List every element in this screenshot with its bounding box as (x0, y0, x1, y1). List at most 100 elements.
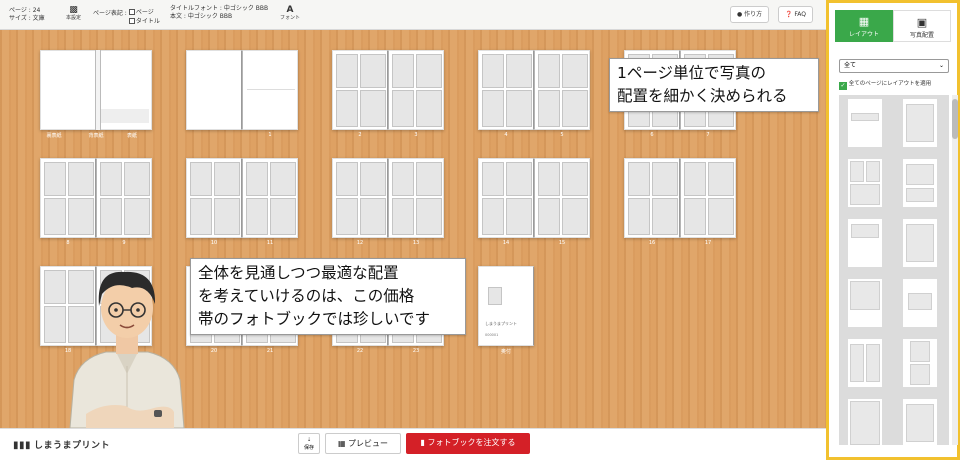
photo-slot[interactable] (538, 162, 560, 196)
book-settings-button[interactable]: ▩ 本設定 (66, 5, 81, 21)
photo-slot[interactable] (628, 198, 650, 235)
tab-photo-placement[interactable]: ▣ 写真配置 (893, 10, 951, 42)
page-spread[interactable]: 1 (186, 50, 298, 138)
page[interactable] (96, 50, 152, 130)
photo-slot[interactable] (684, 162, 706, 196)
page[interactable] (478, 158, 534, 238)
photo-slot[interactable] (416, 54, 442, 88)
page[interactable] (478, 50, 534, 130)
page[interactable] (332, 158, 388, 238)
photo-slot[interactable] (270, 198, 296, 235)
photo-slot[interactable] (652, 198, 678, 235)
page[interactable] (680, 158, 736, 238)
photo-slot[interactable] (336, 198, 358, 235)
cover-photo-area[interactable] (101, 109, 149, 123)
howto-button[interactable]: ● 作り方 (730, 6, 770, 23)
layout-thumbnail[interactable] (903, 339, 937, 387)
page-spread[interactable]: 10 11 (186, 158, 298, 246)
layout-thumbnail[interactable] (903, 159, 937, 207)
checkbox-icon[interactable]: ✓ (839, 82, 847, 90)
layout-thumbnail[interactable] (903, 399, 937, 445)
page-spread[interactable]: しまうまプリント 000001 奥付 (478, 266, 534, 355)
photo-slot[interactable] (562, 54, 588, 88)
layout-thumbnail[interactable] (903, 279, 937, 327)
photo-slot[interactable] (246, 162, 268, 196)
page[interactable] (186, 50, 242, 130)
title-option[interactable]: タイトル (128, 17, 160, 26)
photo-slot[interactable] (708, 198, 734, 235)
photo-slot[interactable] (562, 90, 588, 127)
photo-slot[interactable] (246, 198, 268, 235)
page[interactable] (40, 50, 96, 130)
photo-slot[interactable] (482, 162, 504, 196)
layout-thumbnail[interactable] (848, 279, 882, 327)
photo-slot[interactable] (506, 198, 532, 235)
photo-slot[interactable] (416, 162, 442, 196)
photo-slot[interactable] (214, 198, 240, 235)
layout-thumbnail[interactable] (848, 339, 882, 387)
save-button[interactable]: ⇣ 保存 (298, 433, 320, 454)
layout-thumbnail[interactable] (903, 219, 937, 267)
tab-layout[interactable]: ▦ レイアウト (835, 10, 893, 42)
photo-slot[interactable] (538, 198, 560, 235)
page[interactable] (242, 158, 298, 238)
page[interactable]: しまうまプリント 000001 (478, 266, 534, 346)
photo-slot[interactable] (416, 198, 442, 235)
layout-list-scrollbar[interactable] (952, 95, 958, 445)
photo-slot[interactable] (360, 90, 386, 127)
layout-thumbnail[interactable] (848, 399, 882, 445)
faq-button[interactable]: ❓ FAQ (778, 6, 814, 23)
photo-slot[interactable] (506, 54, 532, 88)
photo-slot[interactable] (392, 90, 414, 127)
font-button[interactable]: A フォント (280, 5, 300, 21)
page[interactable] (624, 158, 680, 238)
photo-slot[interactable] (68, 198, 94, 235)
page-number-option[interactable]: ページ (128, 8, 160, 17)
page-spread[interactable]: 16 17 (624, 158, 736, 246)
photo-slot[interactable] (190, 198, 212, 235)
photo-slot[interactable] (44, 162, 66, 196)
photo-slot[interactable] (708, 162, 734, 196)
photo-slot[interactable] (270, 162, 296, 196)
colophon-photo[interactable] (488, 287, 502, 305)
layout-thumbnail[interactable] (848, 159, 882, 207)
photo-slot[interactable] (336, 162, 358, 196)
page-spread[interactable]: 45 (478, 50, 590, 138)
page[interactable] (96, 158, 152, 238)
photo-slot[interactable] (336, 54, 358, 88)
photo-slot[interactable] (190, 162, 212, 196)
title-checkbox[interactable] (128, 18, 135, 24)
photo-slot[interactable] (684, 198, 706, 235)
photo-slot[interactable] (392, 198, 414, 235)
page[interactable] (40, 158, 96, 238)
page[interactable] (388, 158, 444, 238)
page-spread[interactable]: 裏表紙 背表紙 表紙 (40, 50, 152, 139)
page-checkbox[interactable] (128, 9, 135, 15)
layout-thumbnail[interactable] (848, 99, 882, 147)
page[interactable] (534, 50, 590, 130)
layout-thumbnail[interactable] (848, 219, 882, 267)
photo-slot[interactable] (506, 90, 532, 127)
photo-slot[interactable] (44, 198, 66, 235)
photo-slot[interactable] (652, 162, 678, 196)
layout-thumbnail[interactable] (903, 99, 937, 147)
photo-slot[interactable] (214, 162, 240, 196)
photo-slot[interactable] (482, 54, 504, 88)
photo-slot[interactable] (416, 90, 442, 127)
page-spread[interactable]: 14 15 (478, 158, 590, 246)
photo-slot[interactable] (392, 162, 414, 196)
layout-filter-select[interactable]: 全て ⌄ (839, 59, 949, 73)
photo-slot[interactable] (360, 162, 386, 196)
photo-slot[interactable] (360, 54, 386, 88)
page-spread[interactable]: 23 (332, 50, 444, 138)
page-spread[interactable]: 12 13 (332, 158, 444, 246)
photo-slot[interactable] (124, 198, 150, 235)
photo-slot[interactable] (124, 162, 150, 196)
photo-slot[interactable] (562, 198, 588, 235)
photo-slot[interactable] (538, 90, 560, 127)
page[interactable] (242, 50, 298, 130)
preview-button[interactable]: ▦ プレビュー (325, 433, 401, 454)
photo-slot[interactable] (392, 54, 414, 88)
photo-slot[interactable] (360, 198, 386, 235)
photo-slot[interactable] (68, 162, 94, 196)
